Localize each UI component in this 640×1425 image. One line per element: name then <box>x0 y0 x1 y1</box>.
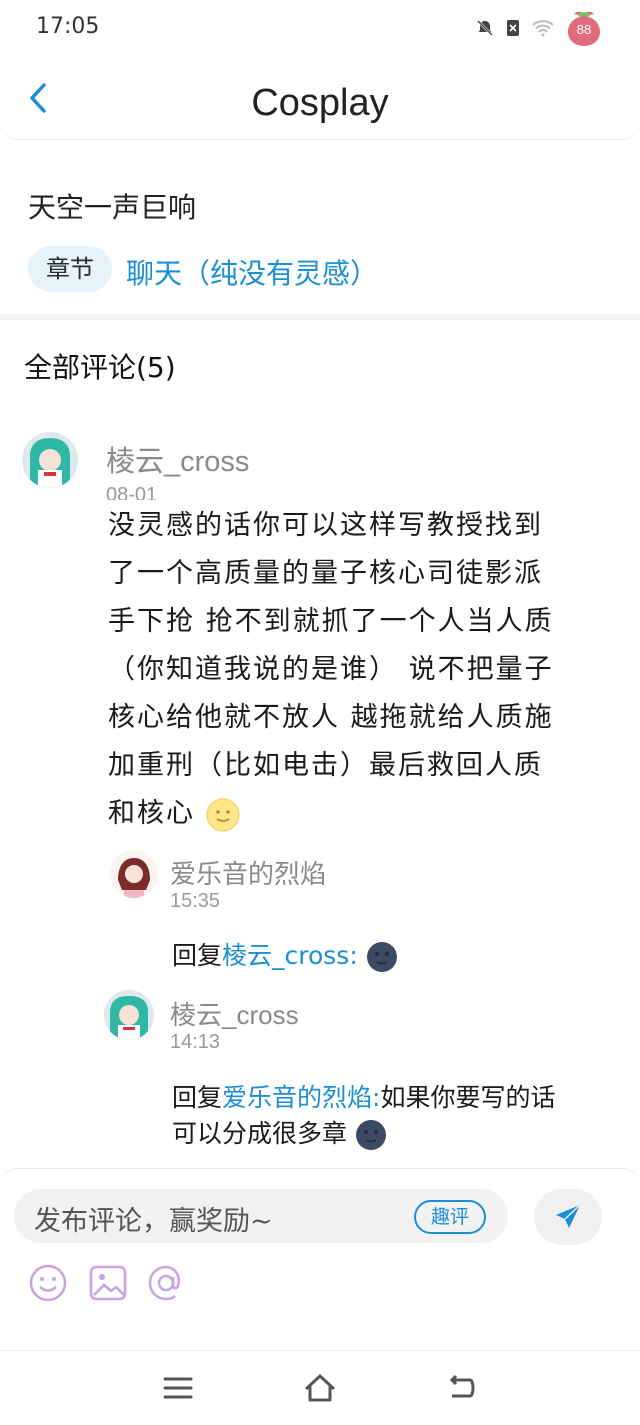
comment-line: 加重刑（比如电击）最后救回人质 <box>108 750 543 781</box>
comment-line: 核心给他就不放人 越拖就给人质施 <box>108 702 554 733</box>
page-title: Cosplay <box>251 82 389 124</box>
reply-content: 如果你要写的话 <box>380 1083 556 1112</box>
new-moon-face-emoji-icon <box>355 1120 386 1150</box>
reply-line: 可以分成很多章 <box>172 1116 612 1152</box>
section-divider <box>0 314 640 320</box>
comment-line: 了一个高质量的量子核心司徒影派 <box>108 558 543 589</box>
comments-header: 全部评论(5) <box>24 351 176 384</box>
bell-muted-icon <box>477 20 493 36</box>
send-icon <box>556 1204 581 1228</box>
reply-content: 可以分成很多章 <box>172 1119 348 1148</box>
reply-body: 回复棱云_cross: <box>172 938 612 974</box>
comment-body: 没灵感的话你可以这样写教授找到 了一个高质量的量子核心司徒影派 手下抢 抢不到就… <box>108 502 618 838</box>
reply-author[interactable]: 棱云_cross <box>170 995 299 1032</box>
reply-prefix: 回复 <box>172 941 223 970</box>
battery-level: 88 <box>576 22 592 37</box>
status-icons: 88 <box>476 8 604 48</box>
back-nav-icon[interactable] <box>444 1371 480 1405</box>
wifi-icon <box>532 20 554 37</box>
reply-author[interactable]: 爱乐音的烈焰 <box>170 854 326 891</box>
moon-smile-emoji-icon <box>206 798 240 831</box>
reply-target-link[interactable]: 爱乐音的烈焰: <box>222 1083 380 1112</box>
reply-time: 14:13 <box>170 1031 221 1053</box>
avatar[interactable] <box>22 432 78 488</box>
mention-icon[interactable] <box>146 1263 186 1303</box>
reply-line: 回复爱乐音的烈焰:如果你要写的话 <box>172 1080 612 1116</box>
status-bar: 17:05 88 <box>0 0 640 56</box>
chapter-tag: 章节 <box>28 246 112 292</box>
comment-composer: 发布评论，赢奖励~ 趣评 <box>0 1168 640 1348</box>
battery-strawberry-icon: 88 <box>564 8 604 48</box>
menu-icon[interactable] <box>160 1371 196 1405</box>
system-navigation-bar <box>0 1350 640 1425</box>
chapter-title: 天空一声巨响 <box>28 191 197 224</box>
home-icon[interactable] <box>302 1371 338 1405</box>
comment-line: 和核心 <box>108 798 195 829</box>
reply-avatar[interactable] <box>110 850 158 898</box>
reply-body: 回复爱乐音的烈焰:如果你要写的话 可以分成很多章 <box>172 1080 612 1152</box>
reply-time: 15:35 <box>170 890 221 912</box>
comment-input[interactable]: 发布评论，赢奖励~ 趣评 <box>14 1189 508 1243</box>
comment-line: 没灵感的话你可以这样写教授找到 <box>108 510 543 541</box>
comment-line: （你知道我说的是谁） 说不把量子 <box>108 654 554 685</box>
image-icon[interactable] <box>88 1263 128 1303</box>
comment-line: 手下抢 抢不到就抓了一个人当人质 <box>108 606 554 637</box>
top-app-bar: Cosplay <box>0 56 640 140</box>
status-time: 17:05 <box>36 14 100 39</box>
new-moon-face-emoji-icon <box>366 942 397 972</box>
comment-input-placeholder: 发布评论，赢奖励~ <box>34 1206 273 1237</box>
sim-off-icon <box>507 20 519 36</box>
emoji-picker-icon[interactable] <box>28 1263 68 1303</box>
reply-target-link[interactable]: 棱云_cross: <box>222 941 358 970</box>
comment-line-last: 和核心 <box>108 790 618 838</box>
chapter-link[interactable]: 聊天（纯没有灵感） <box>126 252 378 292</box>
reply-prefix: 回复 <box>172 1083 223 1112</box>
send-button[interactable] <box>534 1189 602 1245</box>
comment-date: 08-01 <box>106 484 158 500</box>
fun-comment-button[interactable]: 趣评 <box>414 1200 486 1234</box>
reply-avatar[interactable] <box>104 990 154 1040</box>
comment-author[interactable]: 棱云_cross <box>106 438 249 480</box>
